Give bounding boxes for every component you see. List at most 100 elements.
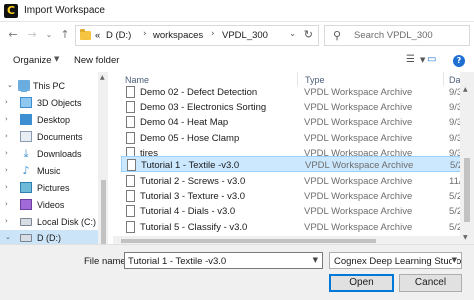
horizontal-scrollbar-thumb[interactable] — [121, 239, 376, 243]
sidebar-item-music[interactable]: › ♪ Music — [0, 163, 98, 179]
cancel-button[interactable]: Cancel — [399, 274, 462, 292]
file-type-select[interactable]: Cognex Deep Learning Studio W ▼ — [329, 252, 462, 269]
file-row[interactable]: Demo 05 - Hose Clamp VPDL Workspace Arch… — [121, 130, 468, 146]
window-title: Import Workspace — [24, 5, 105, 16]
organize-dropdown-icon[interactable]: ▼ — [54, 55, 59, 63]
scroll-up-icon[interactable]: ▲ — [100, 74, 105, 81]
breadcrumb-separator-icon[interactable]: › — [143, 29, 147, 39]
file-list-scrollbar-thumb[interactable] — [464, 158, 470, 222]
expand-icon[interactable]: › — [5, 132, 8, 140]
open-button[interactable]: Open — [329, 274, 394, 292]
expand-icon[interactable]: ⌄ — [7, 81, 13, 89]
help-icon[interactable]: ? — [453, 55, 465, 67]
file-type: VPDL Workspace Archive — [304, 206, 413, 217]
scroll-down-icon[interactable]: ▼ — [463, 234, 468, 241]
file-row-selected[interactable]: Tutorial 1 - Textile -v3.0 VPDL Workspac… — [121, 156, 467, 172]
sidebar-item-label: This PC — [33, 81, 66, 91]
music-icon: ♪ — [22, 164, 30, 177]
file-name: Demo 05 - Hose Clamp — [140, 133, 240, 144]
navigation-bar: ← → ⌄ ↑ « D (D:) › workspaces › VPDL_300… — [0, 22, 474, 50]
expand-icon[interactable]: › — [5, 166, 8, 174]
file-row[interactable]: Demo 02 - Defect Detection VPDL Workspac… — [121, 84, 468, 100]
file-name-input[interactable]: Tutorial 1 - Textile -v3.0 ▼ — [124, 252, 323, 269]
file-row[interactable]: Tutorial 2 - Screws - v3.0 VPDL Workspac… — [121, 173, 467, 189]
new-folder-button[interactable]: New folder — [74, 55, 119, 66]
search-input[interactable]: ⚲ Search VPDL_300 — [324, 25, 470, 46]
file-name-label: File name: — [84, 256, 129, 267]
sidebar-item-label: Videos — [37, 200, 65, 210]
refresh-icon[interactable]: ↻ — [304, 28, 313, 41]
file-type: VPDL Workspace Archive — [304, 191, 413, 202]
expand-icon[interactable]: › — [5, 183, 8, 191]
chevron-down-icon[interactable]: ▼ — [451, 256, 457, 264]
file-icon — [127, 159, 136, 171]
address-bar[interactable]: « D (D:) › workspaces › VPDL_300 ⌄ ↻ — [75, 25, 319, 46]
sidebar-item-label: Music — [37, 166, 61, 176]
pc-icon — [18, 80, 30, 92]
breadcrumb-d-drive[interactable]: D (D:) — [106, 30, 131, 41]
sidebar-item-local-disk-c[interactable]: › Local Disk (C:) — [0, 214, 98, 230]
sidebar-item-label: Downloads — [37, 149, 82, 159]
sidebar-scrollbar-thumb[interactable] — [101, 180, 106, 244]
file-type: VPDL Workspace Archive — [304, 102, 413, 113]
sort-up-icon: ^ — [213, 72, 219, 77]
title-bar: C Import Workspace — [0, 0, 474, 22]
expand-icon[interactable]: ⌄ — [5, 233, 11, 241]
sidebar-item-label: Local Disk (C:) — [37, 217, 97, 227]
sidebar-item-desktop[interactable]: › Desktop — [0, 112, 98, 128]
arrow-left-icon[interactable]: ← — [6, 28, 20, 42]
expand-icon[interactable]: › — [5, 98, 8, 106]
view-options-icon[interactable]: ☰ — [406, 54, 415, 65]
sidebar-item-d-drive[interactable]: ⌄ D (D:) — [0, 230, 98, 244]
sidebar-item-pictures[interactable]: › Pictures — [0, 180, 98, 196]
expand-icon[interactable]: › — [5, 217, 8, 225]
file-name: Tutorial 5 - Classify - v3.0 — [140, 222, 248, 233]
search-icon: ⚲ — [333, 29, 342, 42]
sidebar-item-this-pc[interactable]: ⌄ This PC — [0, 78, 98, 94]
breadcrumb-vpdl300[interactable]: VPDL_300 — [222, 30, 268, 41]
expand-icon[interactable]: › — [5, 115, 8, 123]
expand-icon[interactable]: › — [5, 149, 8, 157]
local-disk-icon — [20, 218, 32, 226]
file-name: Tutorial 3 - Texture - v3.0 — [140, 191, 246, 202]
file-name: Demo 03 - Electronics Sorting — [140, 102, 267, 113]
breadcrumb-separator-icon[interactable]: › — [211, 29, 215, 39]
scroll-up-icon[interactable]: ▲ — [463, 86, 468, 93]
cognex-app-icon: C — [4, 4, 18, 18]
file-icon — [126, 132, 135, 144]
sidebar-item-label: Desktop — [37, 115, 71, 125]
sidebar-item-videos[interactable]: › Videos — [0, 197, 98, 213]
arrow-right-icon[interactable]: → — [25, 28, 39, 42]
file-row[interactable]: Tutorial 5 - Classify - v3.0 VPDL Worksp… — [121, 219, 467, 235]
view-dropdown-icon[interactable]: ▼ — [420, 56, 425, 64]
arrow-up-icon[interactable]: ↑ — [58, 28, 72, 42]
file-row[interactable]: Demo 04 - Heat Map VPDL Workspace Archiv… — [121, 114, 468, 130]
file-icon — [126, 116, 135, 128]
expand-icon[interactable]: › — [5, 200, 8, 208]
videos-icon — [20, 199, 32, 210]
sidebar-item-3d-objects[interactable]: › 3D Objects — [0, 95, 98, 111]
sidebar-item-label: Documents — [37, 132, 83, 142]
file-row[interactable]: Demo 03 - Electronics Sorting VPDL Works… — [121, 99, 468, 115]
sidebar-item-label: 3D Objects — [37, 98, 82, 108]
breadcrumb-overflow[interactable]: « — [95, 30, 100, 41]
file-name: Tutorial 2 - Screws - v3.0 — [140, 176, 246, 187]
sidebar-item-downloads[interactable]: › ⤓ Downloads — [0, 146, 98, 162]
downloads-icon: ⤓ — [23, 147, 29, 160]
search-placeholder: Search VPDL_300 — [354, 30, 433, 41]
sidebar-item-documents[interactable]: › Documents — [0, 129, 98, 145]
file-row[interactable]: Tutorial 4 - Dials - v3.0 VPDL Workspace… — [121, 203, 467, 219]
file-icon — [126, 175, 135, 187]
file-icon — [126, 221, 135, 233]
file-type: VPDL Workspace Archive — [304, 133, 413, 144]
breadcrumb-workspaces[interactable]: workspaces — [153, 30, 203, 41]
address-dropdown-icon[interactable]: ⌄ — [289, 29, 296, 38]
chevron-down-icon[interactable]: ⌄ — [42, 28, 56, 42]
folder-icon — [80, 29, 91, 40]
organize-button[interactable]: Organize — [13, 55, 52, 66]
file-type: VPDL Workspace Archive — [304, 117, 413, 128]
preview-pane-icon[interactable]: ▭ — [427, 54, 436, 65]
chevron-down-icon[interactable]: ▼ — [313, 256, 318, 264]
file-row[interactable]: Tutorial 3 - Texture - v3.0 VPDL Workspa… — [121, 188, 467, 204]
file-name: Demo 02 - Defect Detection — [140, 87, 258, 98]
